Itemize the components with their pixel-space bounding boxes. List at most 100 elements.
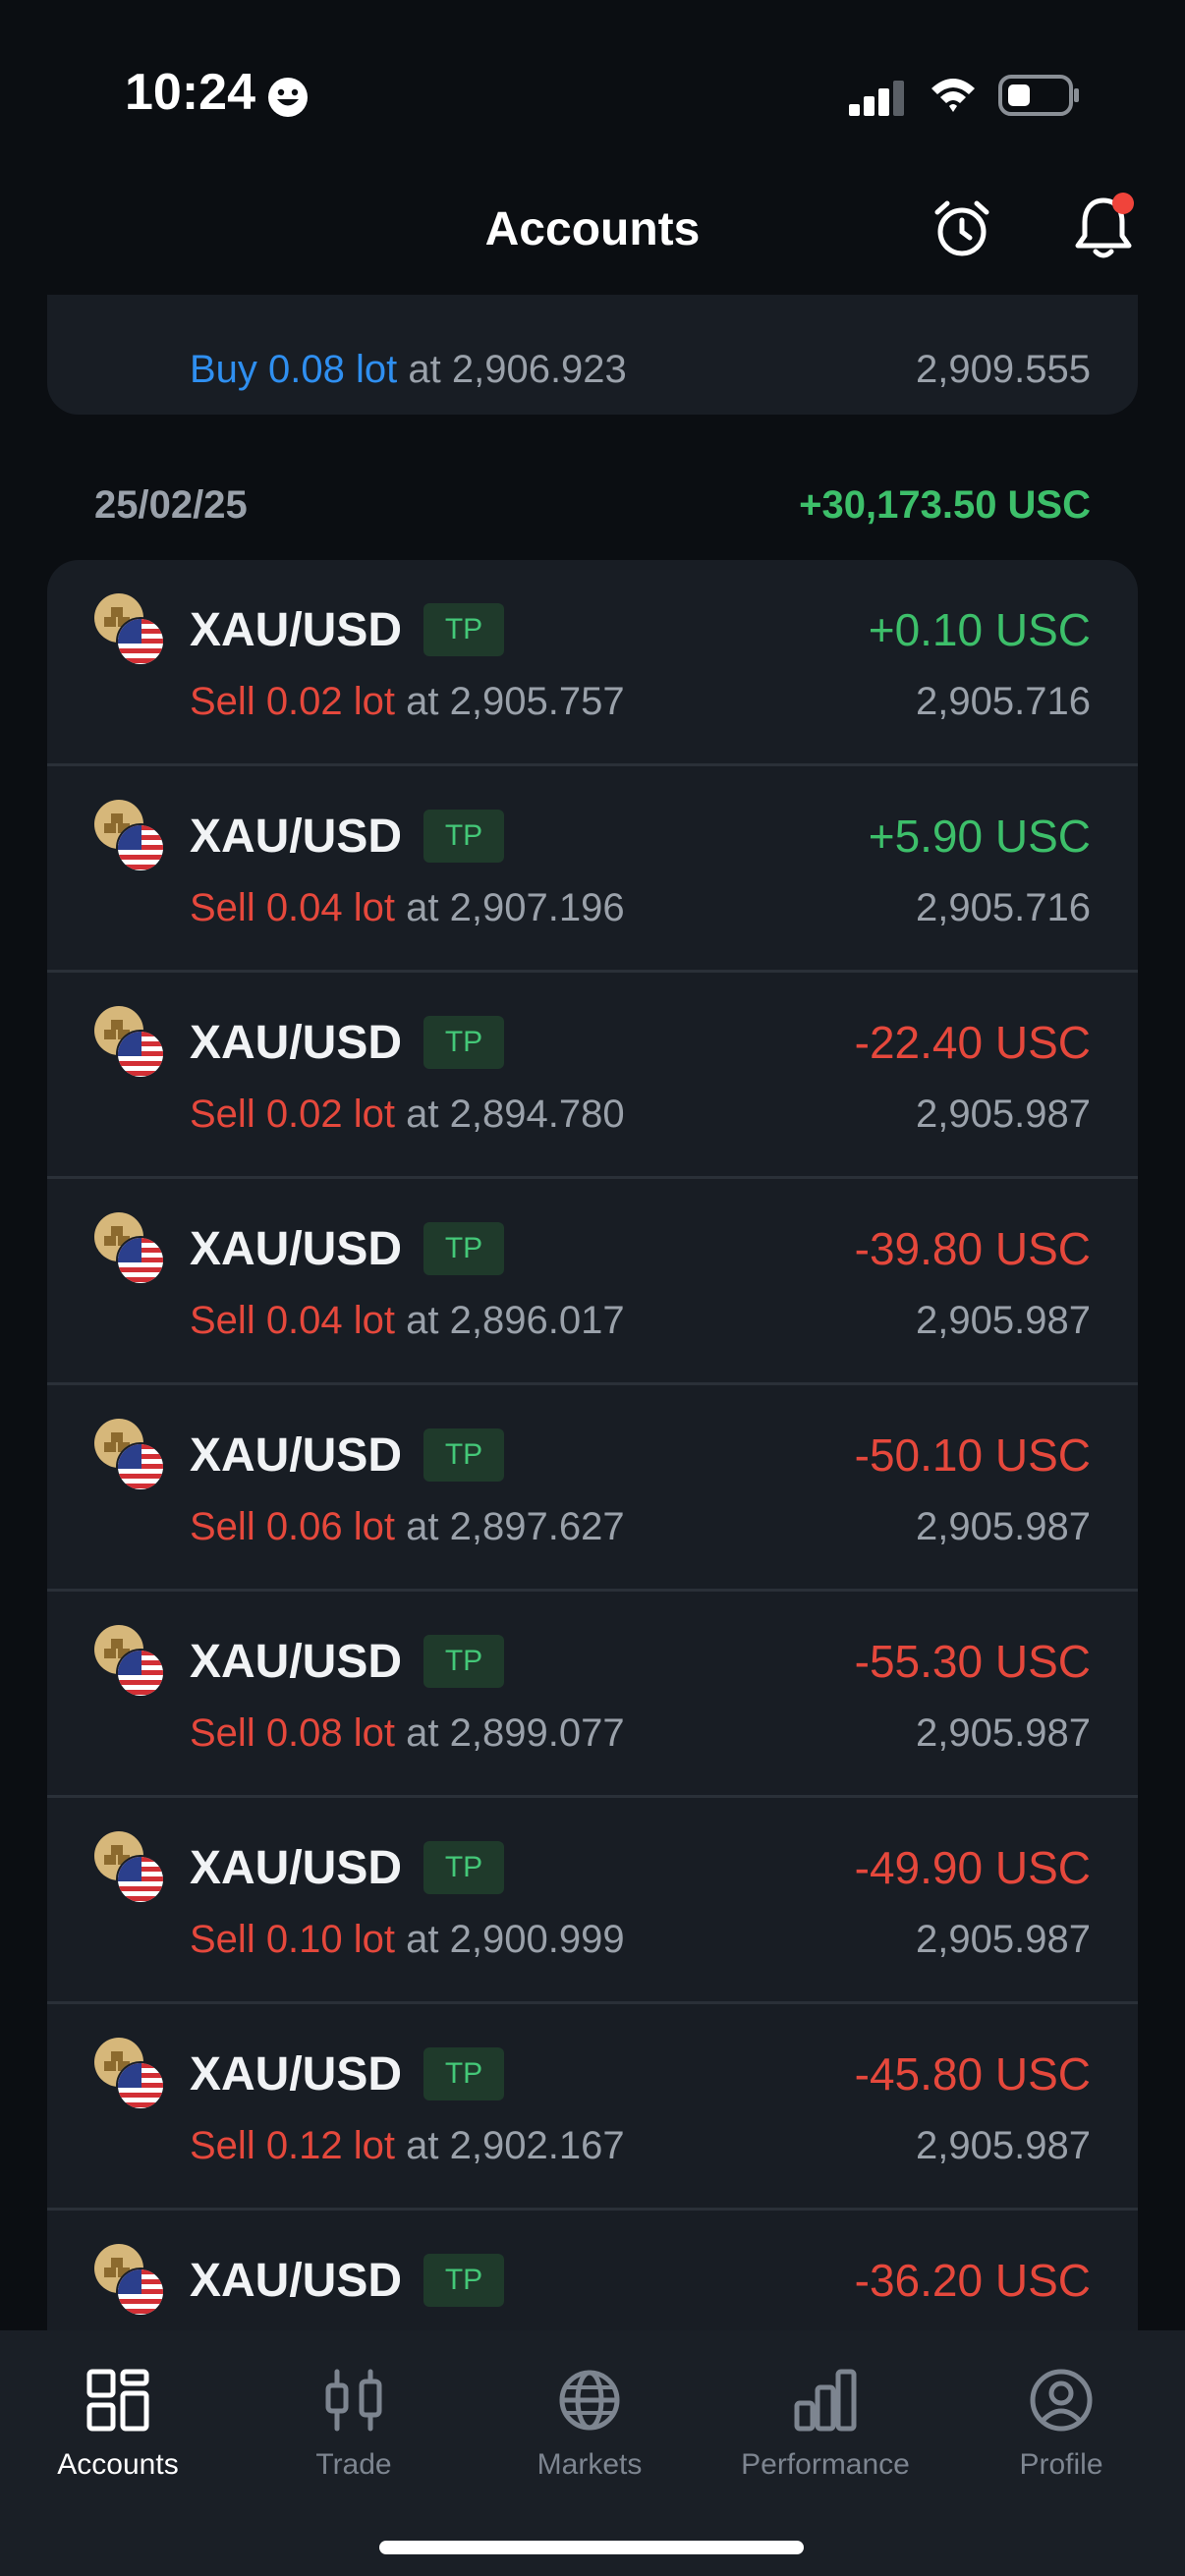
us-flag-icon [116, 1030, 165, 1079]
trade-side: Sell 0.02 lot [190, 1092, 396, 1136]
trade-row[interactable]: XAU/USD TP -55.30 USC Sell 0.08 lot at 2… [47, 1592, 1138, 1798]
tp-badge: TP [423, 603, 504, 656]
us-flag-icon [116, 617, 165, 666]
header: Accounts [0, 187, 1185, 295]
tp-badge: TP [423, 2254, 504, 2307]
tp-badge: TP [423, 810, 504, 863]
trade-symbol: XAU/USD [190, 1636, 403, 1688]
trade-detail: Buy 0.08 lot at 2,906.923 [190, 348, 627, 392]
tab-accounts[interactable]: Accounts [0, 2366, 236, 2482]
trade-symbol: XAU/USD [190, 2255, 403, 2307]
us-flag-icon [116, 823, 165, 872]
group-date: 25/02/25 [94, 483, 248, 527]
trade-detail: Sell 0.02 lot at 2,905.757 [190, 680, 625, 724]
xau-usd-icon [94, 593, 165, 666]
screen: 10:24 Accounts Buy 0.08 lot at 2,906.923… [0, 0, 1185, 2576]
xau-usd-icon [94, 2244, 165, 2317]
home-indicator[interactable] [379, 2541, 804, 2554]
trade-symbol: XAU/USD [190, 1223, 403, 1275]
us-flag-icon [116, 2061, 165, 2110]
trade-row[interactable]: XAU/USD TP +5.90 USC Sell 0.04 lot at 2,… [47, 766, 1138, 973]
xau-usd-icon [94, 1212, 165, 1285]
trade-detail: Sell 0.04 lot at 2,896.017 [190, 1299, 625, 1343]
date-group-header: 25/02/25 +30,173.50 USC [47, 483, 1138, 542]
trade-pnl: -39.80 USC [854, 1223, 1091, 1274]
battery-icon [998, 75, 1079, 116]
tab-label: Profile [1019, 2448, 1103, 2481]
tab-label: Trade [315, 2448, 392, 2481]
trade-pnl: -55.30 USC [854, 1636, 1091, 1687]
trade-row[interactable]: XAU/USD TP -45.80 USC Sell 0.12 lot at 2… [47, 2004, 1138, 2211]
us-flag-icon [116, 1442, 165, 1491]
open-price: at 2,907.196 [395, 886, 625, 929]
us-flag-icon [116, 1855, 165, 1904]
trade-pnl: -49.90 USC [854, 1842, 1091, 1893]
trade-side: Sell 0.04 lot [190, 886, 396, 929]
trade-pnl: -36.20 USC [854, 2255, 1091, 2306]
trade-pnl: +5.90 USC [868, 811, 1091, 862]
trade-pnl: +0.10 USC [868, 604, 1091, 655]
tp-badge: TP [423, 1016, 504, 1069]
us-flag-icon [116, 1236, 165, 1285]
current-price: 2,905.716 [916, 886, 1091, 929]
tp-badge: TP [423, 2047, 504, 2100]
trade-detail: Sell 0.02 lot at 2,894.780 [190, 1092, 625, 1137]
trade-symbol: XAU/USD [190, 1017, 403, 1069]
tab-profile[interactable]: Profile [943, 2366, 1179, 2482]
trade-row[interactable]: XAU/USD TP -36.20 USC [47, 2211, 1138, 2330]
trade-side: Buy 0.08 lot [190, 348, 398, 391]
smiley-icon [268, 78, 308, 117]
tp-badge: TP [423, 1428, 504, 1482]
xau-usd-icon [94, 800, 165, 872]
trade-list: XAU/USD TP +0.10 USC Sell 0.02 lot at 2,… [47, 560, 1138, 2330]
us-flag-icon [116, 2268, 165, 2317]
trade-row[interactable]: XAU/USD TP -49.90 USC Sell 0.10 lot at 2… [47, 1798, 1138, 2004]
tp-badge: TP [423, 1635, 504, 1688]
globe-icon [559, 2370, 620, 2431]
notification-dot [1112, 193, 1134, 214]
open-price: at 2,899.077 [395, 1711, 625, 1755]
tab-performance[interactable]: Performance [707, 2366, 943, 2482]
trade-history-scroll[interactable]: Buy 0.08 lot at 2,906.923 2,909.555 25/0… [0, 295, 1185, 2330]
current-price: 2,905.987 [916, 1505, 1091, 1548]
open-price: at 2,905.757 [395, 680, 625, 723]
status-bar: 10:24 [0, 0, 1185, 187]
wifi-icon [931, 79, 975, 112]
tab-markets[interactable]: Markets [472, 2366, 707, 2482]
current-price: 2,905.987 [916, 2124, 1091, 2167]
trade-row[interactable]: XAU/USD TP -22.40 USC Sell 0.02 lot at 2… [47, 973, 1138, 1179]
trade-detail: Sell 0.06 lot at 2,897.627 [190, 1505, 625, 1549]
trade-side: Sell 0.10 lot [190, 1918, 396, 1961]
xau-usd-icon [94, 1419, 165, 1491]
us-flag-icon [116, 1649, 165, 1698]
tab-label: Performance [741, 2448, 910, 2481]
signal-icon [849, 81, 904, 116]
profile-icon [1030, 2369, 1093, 2432]
trade-symbol: XAU/USD [190, 1842, 403, 1894]
trade-detail: Sell 0.04 lot at 2,907.196 [190, 886, 625, 930]
trade-detail: Sell 0.10 lot at 2,900.999 [190, 1918, 625, 1962]
xau-usd-icon [94, 1006, 165, 1079]
trade-symbol: XAU/USD [190, 1429, 403, 1482]
trade-row[interactable]: XAU/USD TP +0.10 USC Sell 0.02 lot at 2,… [47, 560, 1138, 766]
open-price: at 2,900.999 [395, 1918, 625, 1961]
xau-usd-icon [94, 1831, 165, 1904]
trade-pnl: -22.40 USC [854, 1017, 1091, 1068]
trade-row[interactable]: XAU/USD TP -39.80 USC Sell 0.04 lot at 2… [47, 1179, 1138, 1385]
trade-pnl: -45.80 USC [854, 2048, 1091, 2100]
previous-trade-card[interactable]: Buy 0.08 lot at 2,906.923 2,909.555 [47, 295, 1138, 415]
trade-row[interactable]: XAU/USD TP -50.10 USC Sell 0.06 lot at 2… [47, 1385, 1138, 1592]
tab-label: Accounts [57, 2448, 179, 2481]
current-price: 2,905.987 [916, 1711, 1091, 1755]
grid-icon [86, 2369, 149, 2432]
tab-trade[interactable]: Trade [236, 2366, 472, 2482]
current-price: 2,909.555 [916, 348, 1091, 391]
status-time: 10:24 [125, 64, 255, 121]
tab-bar: Accounts Trade Markets Performance Profi… [0, 2330, 1185, 2576]
alarm-clock-icon[interactable] [931, 198, 992, 259]
current-price: 2,905.987 [916, 1299, 1091, 1342]
tp-badge: TP [423, 1222, 504, 1275]
open-price: at 2,896.017 [395, 1299, 625, 1342]
at-label: at [397, 348, 452, 391]
trade-side: Sell 0.04 lot [190, 1299, 396, 1342]
